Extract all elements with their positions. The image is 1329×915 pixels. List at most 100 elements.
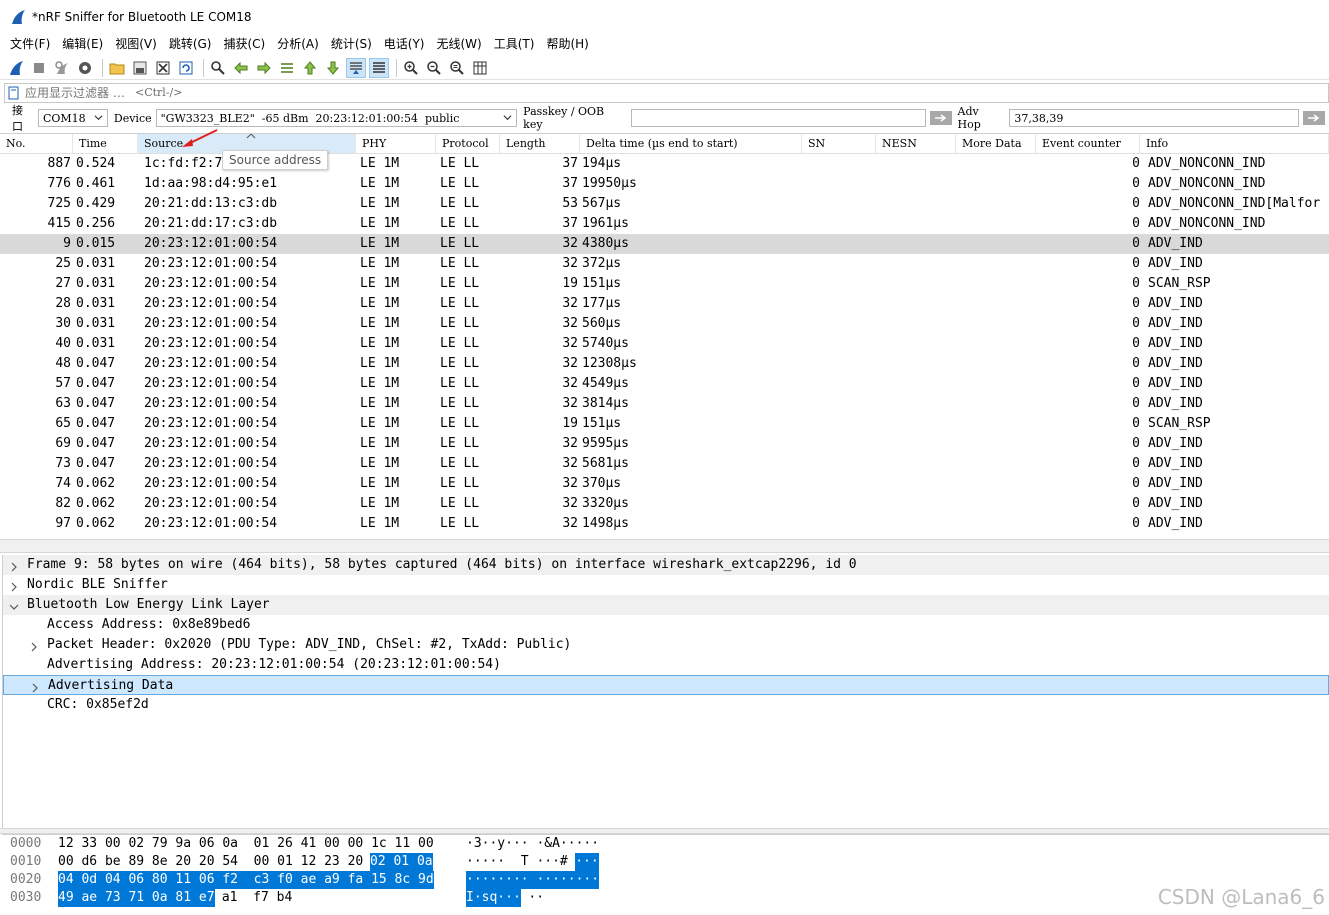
cell-length: 19 [562, 276, 578, 291]
detail-tree-label: Advertising Address: 20:23:12:01:00:54 (… [47, 657, 501, 672]
cell-sn [800, 354, 874, 374]
go-forward-icon[interactable] [254, 58, 274, 78]
cell-more-data [954, 314, 1034, 334]
detail-tree-item[interactable]: Advertising Data [3, 675, 1329, 695]
column-header-length[interactable]: Length [500, 134, 580, 153]
stop-square-icon[interactable] [29, 58, 49, 78]
detail-tree-item[interactable]: Packet Header: 0x2020 (PDU Type: ADV_IND… [3, 635, 1329, 655]
go-last-icon[interactable] [323, 58, 343, 78]
packet-row[interactable]: 887 0.524 1c:fd:f2:7 LE 1M LE LL 37 194µs 0 ADV_… [0, 154, 1329, 174]
zoom-normal-icon[interactable] [447, 58, 467, 78]
menu-tools[interactable]: 工具(T) [490, 34, 543, 54]
packet-row[interactable]: 74 0.062 20:23:12:01:00:54 LE 1M LE LL 32 370µ… [0, 474, 1329, 494]
column-header-protocol[interactable]: Protocol [436, 134, 500, 153]
packet-row[interactable]: 9 0.015 20:23:12:01:00:54 LE 1M LE LL 32 4380µ… [0, 234, 1329, 254]
zoom-in-icon[interactable] [401, 58, 421, 78]
display-filter-input[interactable] [25, 86, 1328, 100]
detail-tree-item[interactable]: Nordic BLE Sniffer [3, 575, 1329, 595]
detail-tree-item[interactable]: Access Address: 0x8e89bed6 [3, 615, 1329, 635]
open-folder-icon[interactable] [107, 58, 127, 78]
column-header-no[interactable]: No. [0, 134, 73, 153]
packet-row[interactable]: 40 0.031 20:23:12:01:00:54 LE 1M LE LL 32 5740… [0, 334, 1329, 354]
packet-row[interactable]: 776 0.461 1d:aa:98:d4:95:e1 LE 1M LE LL 37 199… [0, 174, 1329, 194]
colorize-icon[interactable] [369, 57, 389, 78]
cell-info: ADV_IND [1148, 256, 1203, 271]
menu-telephony[interactable]: 电话(Y) [380, 34, 433, 54]
go-first-icon[interactable] [300, 58, 320, 78]
chevron-right-icon[interactable] [9, 579, 21, 592]
cell-phy: LE 1M [360, 216, 400, 231]
close-file-icon[interactable] [153, 58, 173, 78]
restart-icon[interactable] [52, 58, 72, 78]
cell-length: 32 [562, 356, 578, 371]
cell-length: 32 [562, 296, 578, 311]
zoom-out-icon[interactable] [424, 58, 444, 78]
packet-row[interactable]: 725 0.429 20:21:dd:13:c3:db LE 1M LE LL 53 567… [0, 194, 1329, 214]
column-header-phy[interactable]: PHY [356, 134, 436, 153]
chevron-right-icon[interactable] [29, 639, 41, 652]
chevron-right-icon[interactable] [9, 559, 21, 572]
menu-view[interactable]: 视图(V) [111, 34, 165, 54]
column-header-info[interactable]: Info [1140, 134, 1329, 153]
menu-file[interactable]: 文件(F) [6, 34, 58, 54]
packet-row[interactable]: 30 0.031 20:23:12:01:00:54 LE 1M LE LL 32 560µ… [0, 314, 1329, 334]
column-header-sn[interactable]: SN [802, 134, 876, 153]
column-header-nesn[interactable]: NESN [876, 134, 956, 153]
packet-row[interactable]: 65 0.047 20:23:12:01:00:54 LE 1M LE LL 19 151µ… [0, 414, 1329, 434]
menu-analyze[interactable]: 分析(A) [273, 34, 327, 54]
packet-row[interactable]: 69 0.047 20:23:12:01:00:54 LE 1M LE LL 32 9595… [0, 434, 1329, 454]
column-header-event-counter[interactable]: Event counter [1036, 134, 1140, 153]
advhop-apply-button[interactable] [1303, 111, 1325, 125]
reload-icon[interactable] [176, 58, 196, 78]
packet-row[interactable]: 97 0.062 20:23:12:01:00:54 LE 1M LE LL 32 1498… [0, 514, 1329, 534]
resize-columns-icon[interactable] [470, 58, 490, 78]
menu-go[interactable]: 跳转(G) [165, 34, 220, 54]
chevron-right-icon[interactable] [30, 680, 42, 693]
save-file-icon[interactable] [130, 58, 150, 78]
device-select[interactable]: "GW3323_BLE2" -65 dBm 20:23:12:01:00:54 … [155, 109, 518, 127]
cell-protocol: LE LL [440, 156, 480, 171]
packet-row[interactable]: 28 0.031 20:23:12:01:00:54 LE 1M LE LL 32 177µ… [0, 294, 1329, 314]
cell-event-counter: 0 [1132, 196, 1140, 211]
packet-row[interactable]: 73 0.047 20:23:12:01:00:54 LE 1M LE LL 32 5681… [0, 454, 1329, 474]
menu-wireless[interactable]: 无线(W) [433, 34, 490, 54]
menu-statistics[interactable]: 统计(S) [327, 34, 380, 54]
source-column-tooltip: Source address [222, 150, 329, 170]
packet-row[interactable]: 415 0.256 20:21:dd:17:c3:db LE 1M LE LL 37 196… [0, 214, 1329, 234]
detail-tree-item[interactable]: CRC: 0x85ef2d [3, 695, 1329, 715]
packet-row[interactable]: 57 0.047 20:23:12:01:00:54 LE 1M LE LL 32 4549… [0, 374, 1329, 394]
packet-row[interactable]: 82 0.062 20:23:12:01:00:54 LE 1M LE LL 32 3320… [0, 494, 1329, 514]
filter-bookmark-icon[interactable] [7, 86, 21, 100]
bytes-ascii: ·· [520, 890, 545, 905]
chevron-down-icon[interactable] [9, 599, 21, 611]
pane-splitter-top[interactable] [0, 539, 1329, 553]
passkey-apply-button[interactable] [929, 111, 952, 125]
options-gear-icon[interactable] [75, 58, 95, 78]
cell-sn [800, 374, 874, 394]
detail-tree-item[interactable]: Bluetooth Low Energy Link Layer [3, 595, 1329, 615]
column-header-time[interactable]: Time [73, 134, 138, 153]
column-header-delta[interactable]: Delta time (µs end to start) [580, 134, 802, 153]
menu-help[interactable]: 帮助(H) [542, 34, 596, 54]
shark-fin-start-icon[interactable] [6, 58, 26, 78]
advhop-input[interactable]: 37,38,39 [1009, 109, 1300, 127]
packet-row[interactable]: 27 0.031 20:23:12:01:00:54 LE 1M LE LL 19 151µ… [0, 274, 1329, 294]
packet-row[interactable]: 48 0.047 20:23:12:01:00:54 LE 1M LE LL 32 1230… [0, 354, 1329, 374]
cell-length: 32 [562, 436, 578, 451]
cell-no: 28 [55, 296, 71, 311]
detail-tree-item[interactable]: Advertising Address: 20:23:12:01:00:54 (… [3, 655, 1329, 675]
cell-info: ADV_NONCONN_IND[Malfor [1148, 196, 1321, 211]
passkey-input[interactable] [630, 109, 926, 127]
go-back-icon[interactable] [231, 58, 251, 78]
column-header-more-data[interactable]: More Data [956, 134, 1036, 153]
menu-edit[interactable]: 编辑(E) [58, 34, 111, 54]
packet-row[interactable]: 25 0.031 20:23:12:01:00:54 LE 1M LE LL 32 372µ… [0, 254, 1329, 274]
packet-list: No. Time Source PHY Protocol Length Delt… [0, 133, 1329, 539]
menu-capture[interactable]: 捕获(C) [219, 34, 273, 54]
packet-row[interactable]: 63 0.047 20:23:12:01:00:54 LE 1M LE LL 32 3814… [0, 394, 1329, 414]
find-magnifier-icon[interactable] [208, 58, 228, 78]
autoscroll-icon[interactable] [346, 57, 366, 78]
interface-select[interactable]: COM18 [37, 109, 108, 127]
go-to-packet-icon[interactable] [277, 58, 297, 78]
detail-tree-item[interactable]: Frame 9: 58 bytes on wire (464 bits), 58… [3, 555, 1329, 575]
